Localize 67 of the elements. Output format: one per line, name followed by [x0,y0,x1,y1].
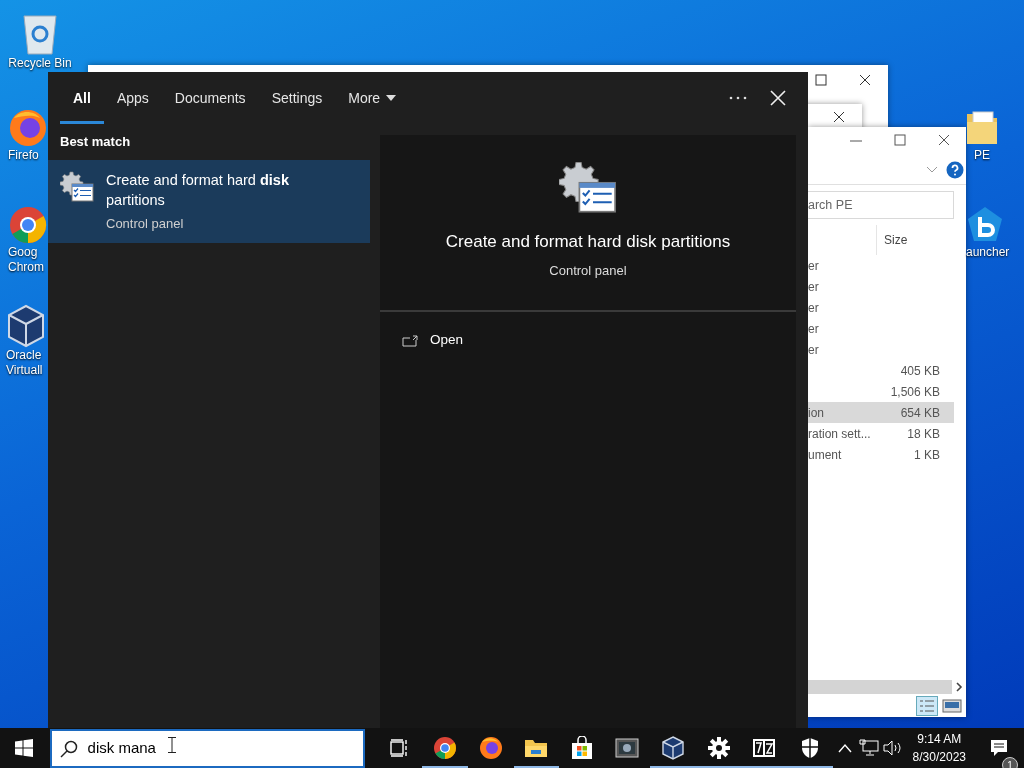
search-result[interactable]: Create and format hard disk partitions Control panel [48,159,370,243]
clock[interactable]: 9:14 AM 8/30/2023 [904,730,974,766]
chevron-down-icon[interactable] [926,165,938,174]
cube-icon [662,736,685,760]
close-icon[interactable] [770,90,786,106]
chrome-icon [433,736,458,760]
search-tab[interactable]: Documents [161,72,259,124]
icon-label: Chrom [8,260,44,275]
volume-icon[interactable] [882,740,903,756]
file-name: er [808,320,819,338]
task-view-icon [389,739,410,757]
cube-icon[interactable] [6,304,46,348]
file-name: er [808,278,819,296]
help-icon[interactable] [946,160,964,179]
windows-logo-icon [14,739,33,757]
result-subtitle: Control panel [106,214,185,233]
show-hidden-icons-icon[interactable] [837,743,852,753]
icon-label: Virtuall [6,363,43,378]
file-name: ration sett... [808,425,871,443]
file-name: er [808,299,819,317]
open-action[interactable]: Open [380,312,796,369]
monitor-icon [615,738,640,758]
more-options-icon[interactable] [728,95,748,101]
preview-title: Create and format hard disk partitions [445,231,731,254]
file-name: ument [808,446,842,464]
shield-icon [799,737,820,759]
file-size: 18 KB [907,425,940,443]
search-field[interactable]: arch PE [808,191,954,219]
search-icon [59,739,78,758]
shopping-bag-icon [570,736,593,760]
settings-icon [707,737,730,759]
chrome-icon[interactable] [8,205,48,245]
icon-label: Goog [8,245,38,260]
search-tab[interactable]: Apps [103,72,162,124]
network-icon[interactable] [858,739,879,757]
search-tab[interactable]: More [335,72,410,124]
file-size: 405 KB [900,362,940,380]
icon-label: auncher [966,245,1010,260]
large-icons-view-icon[interactable] [942,698,962,714]
search-box[interactable]: disk mana [49,729,365,768]
firefox-icon [478,736,503,760]
file-size: 1,506 KB [890,383,940,401]
icon-label: PE [974,148,990,163]
result-title: Create and format hard disk partitions [106,170,290,210]
notification-count: 1 [1002,757,1018,768]
open-window-icon [402,334,418,347]
text-cursor-icon [167,736,176,753]
control-panel-icon [60,169,94,202]
preview-subtitle: Control panel [549,261,627,280]
folder-icon [524,738,549,758]
archive-icon [752,738,777,758]
caret-down-icon [386,95,397,101]
file-size: 1 KB [914,446,940,464]
icon-label: Oracle [6,348,42,363]
search-tab[interactable]: All [60,72,104,124]
firefox-icon[interactable] [8,108,48,148]
search-tab[interactable]: Settings [258,72,336,124]
file-size: 654 KB [900,404,940,422]
section-heading: Best match [59,133,132,151]
control-panel-icon [559,159,617,214]
file-row[interactable]: ion 654 KB [808,402,954,423]
notifications-icon[interactable] [990,739,1008,757]
file-name: er [808,341,819,359]
file-name: er [808,257,819,275]
file-name: ion [808,404,824,422]
icon-label: Recycle Bin [8,56,72,71]
icon-label: Firefo [8,148,39,163]
